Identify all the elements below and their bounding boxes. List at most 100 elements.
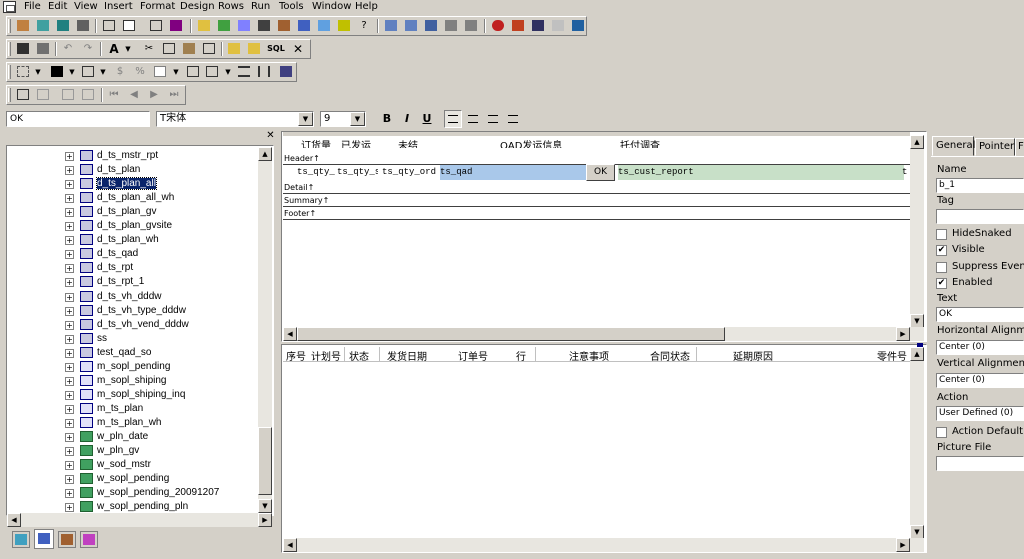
chevron-down-icon[interactable]: ▼ — [94, 64, 112, 80]
design-horizontal-scrollbar[interactable]: ◀ ▶ — [283, 327, 924, 341]
align-right-icon[interactable] — [485, 111, 501, 127]
prev-icon[interactable]: ◀ — [125, 87, 143, 103]
menu-design[interactable]: Design — [180, 1, 215, 12]
scroll-left-icon[interactable]: ◀ — [7, 513, 21, 527]
col-part-no[interactable]: 零件号 — [877, 348, 907, 363]
tree-item[interactable]: + m_sopl_shiping — [7, 374, 257, 388]
new-icon[interactable] — [14, 18, 32, 34]
tree-item[interactable]: + w_pln_gv — [7, 444, 257, 458]
exit-icon[interactable] — [569, 18, 587, 34]
menu-view[interactable]: View — [74, 1, 98, 12]
redo-icon[interactable]: ↷ — [79, 41, 97, 57]
expand-icon[interactable]: + — [65, 222, 74, 232]
scroll-right-icon[interactable]: ▶ — [896, 538, 910, 552]
design-vertical-scrollbar[interactable]: ▲ ▼ — [910, 135, 924, 328]
expand-icon[interactable]: + — [65, 447, 74, 457]
expand-icon[interactable]: + — [65, 348, 74, 358]
scroll-down-icon[interactable]: ▼ — [258, 499, 272, 513]
tree-item[interactable]: + d_ts_plan_gv — [7, 205, 257, 219]
grid-dots-icon-4[interactable] — [442, 18, 460, 34]
col-seq[interactable]: 序号 — [286, 348, 306, 363]
col-notes[interactable]: 注意事项 — [569, 348, 609, 363]
menu-help[interactable]: Help — [355, 1, 378, 12]
font-name-select[interactable]: T宋体 — [156, 111, 314, 127]
expand-icon[interactable]: + — [65, 208, 74, 218]
layout-icon[interactable] — [100, 18, 118, 34]
help-icon[interactable]: ? — [355, 18, 373, 34]
menu-rows[interactable]: Rows — [218, 1, 244, 12]
toolbar-grip[interactable] — [8, 19, 11, 33]
component-icon[interactable] — [509, 18, 527, 34]
name-input[interactable]: b_1 — [936, 178, 1024, 193]
tree-item[interactable]: + d_ts_qad — [7, 247, 257, 261]
expand-icon[interactable]: + — [65, 194, 74, 204]
properties-icon[interactable] — [147, 18, 165, 34]
justify-icon[interactable] — [505, 111, 521, 127]
tree-item[interactable]: + d_ts_plan_all_wh — [7, 191, 257, 205]
expand-icon[interactable]: + — [65, 292, 74, 302]
components-tab-icon[interactable] — [80, 531, 98, 548]
library-icon[interactable] — [275, 18, 293, 34]
first-icon[interactable]: ⏮ — [105, 87, 123, 103]
expand-icon[interactable]: + — [65, 461, 74, 471]
cut-icon[interactable]: ✂ — [140, 41, 158, 57]
copy-icon[interactable] — [160, 41, 178, 57]
last-icon[interactable]: ⏭ — [165, 87, 183, 103]
tree-item[interactable]: + m_ts_plan_wh — [7, 416, 257, 430]
tree-item[interactable]: + d_ts_mstr_rpt — [7, 149, 257, 163]
expand-icon[interactable]: + — [65, 278, 74, 288]
toolbar-grip[interactable] — [8, 65, 11, 79]
halign-select[interactable]: Center (0) — [936, 340, 1024, 355]
summary-band[interactable]: Summary↑ — [283, 196, 910, 207]
tree-item[interactable]: + m_sopl_shiping_inq — [7, 388, 257, 402]
scroll-down-icon[interactable]: ▼ — [910, 314, 924, 328]
find-icon[interactable] — [225, 41, 243, 57]
tree-item[interactable]: + w_pln_date — [7, 430, 257, 444]
scroll-right-icon[interactable]: ▶ — [896, 327, 910, 341]
chevron-down-icon[interactable]: ▼ — [350, 112, 365, 126]
menu-window[interactable]: Window — [312, 1, 351, 12]
chevron-down-icon[interactable]: ▼ — [298, 112, 313, 126]
tree-item[interactable]: + d_ts_plan_all — [7, 177, 257, 191]
footer-band[interactable]: Footer↑ — [283, 209, 910, 220]
expand-icon[interactable]: + — [65, 418, 74, 428]
col-status[interactable]: 状态 — [349, 348, 369, 363]
tree-item[interactable]: + ss — [7, 332, 257, 346]
menu-run[interactable]: Run — [251, 1, 270, 12]
query-icon[interactable] — [235, 18, 253, 34]
picture-file-input[interactable] — [936, 456, 1024, 471]
stop-icon[interactable] — [489, 18, 507, 34]
align-center-icon[interactable] — [465, 111, 481, 127]
window-icon[interactable] — [120, 18, 138, 34]
field-ts-qad[interactable]: ts_qad — [440, 165, 586, 180]
tree-item[interactable]: + m_sopl_pending — [7, 360, 257, 374]
expand-icon[interactable]: + — [65, 264, 74, 274]
detail-band[interactable]: Detail↑ — [283, 183, 910, 194]
object-text-input[interactable]: OK — [6, 111, 150, 127]
tree-item[interactable]: + w_sod_mstr — [7, 458, 257, 472]
col-delay-reason[interactable]: 延期原因 — [733, 348, 773, 363]
tree-item[interactable]: + d_ts_rpt — [7, 261, 257, 275]
scroll-thumb[interactable] — [297, 327, 725, 341]
debug-icon[interactable] — [295, 18, 313, 34]
expand-icon[interactable]: + — [65, 390, 74, 400]
paste-icon[interactable] — [180, 41, 198, 57]
expand-icon[interactable]: + — [65, 404, 74, 414]
sheet-icon[interactable] — [167, 18, 185, 34]
script-icon[interactable] — [195, 18, 213, 34]
close-icon[interactable]: ✕ — [289, 41, 307, 57]
chevron-down-icon[interactable]: ▼ — [29, 64, 47, 80]
align-left-icon[interactable] — [444, 110, 462, 128]
space-icon[interactable] — [235, 64, 253, 80]
preview-icon[interactable] — [74, 18, 92, 34]
tree-item[interactable]: + d_ts_vh_vend_dddw — [7, 318, 257, 332]
field-truncated[interactable]: t — [902, 165, 910, 180]
inherit-icon[interactable] — [34, 18, 52, 34]
preview-vertical-scrollbar[interactable]: ▲ ▼ — [910, 347, 924, 539]
menu-tools[interactable]: Tools — [279, 1, 304, 12]
tab-more[interactable]: F — [1015, 138, 1024, 156]
save-icon[interactable] — [14, 41, 32, 57]
expand-icon[interactable]: + — [65, 306, 74, 316]
col-line[interactable]: 行 — [516, 348, 526, 363]
tree-item[interactable]: + w_sopl_pending_20091207 — [7, 486, 257, 500]
